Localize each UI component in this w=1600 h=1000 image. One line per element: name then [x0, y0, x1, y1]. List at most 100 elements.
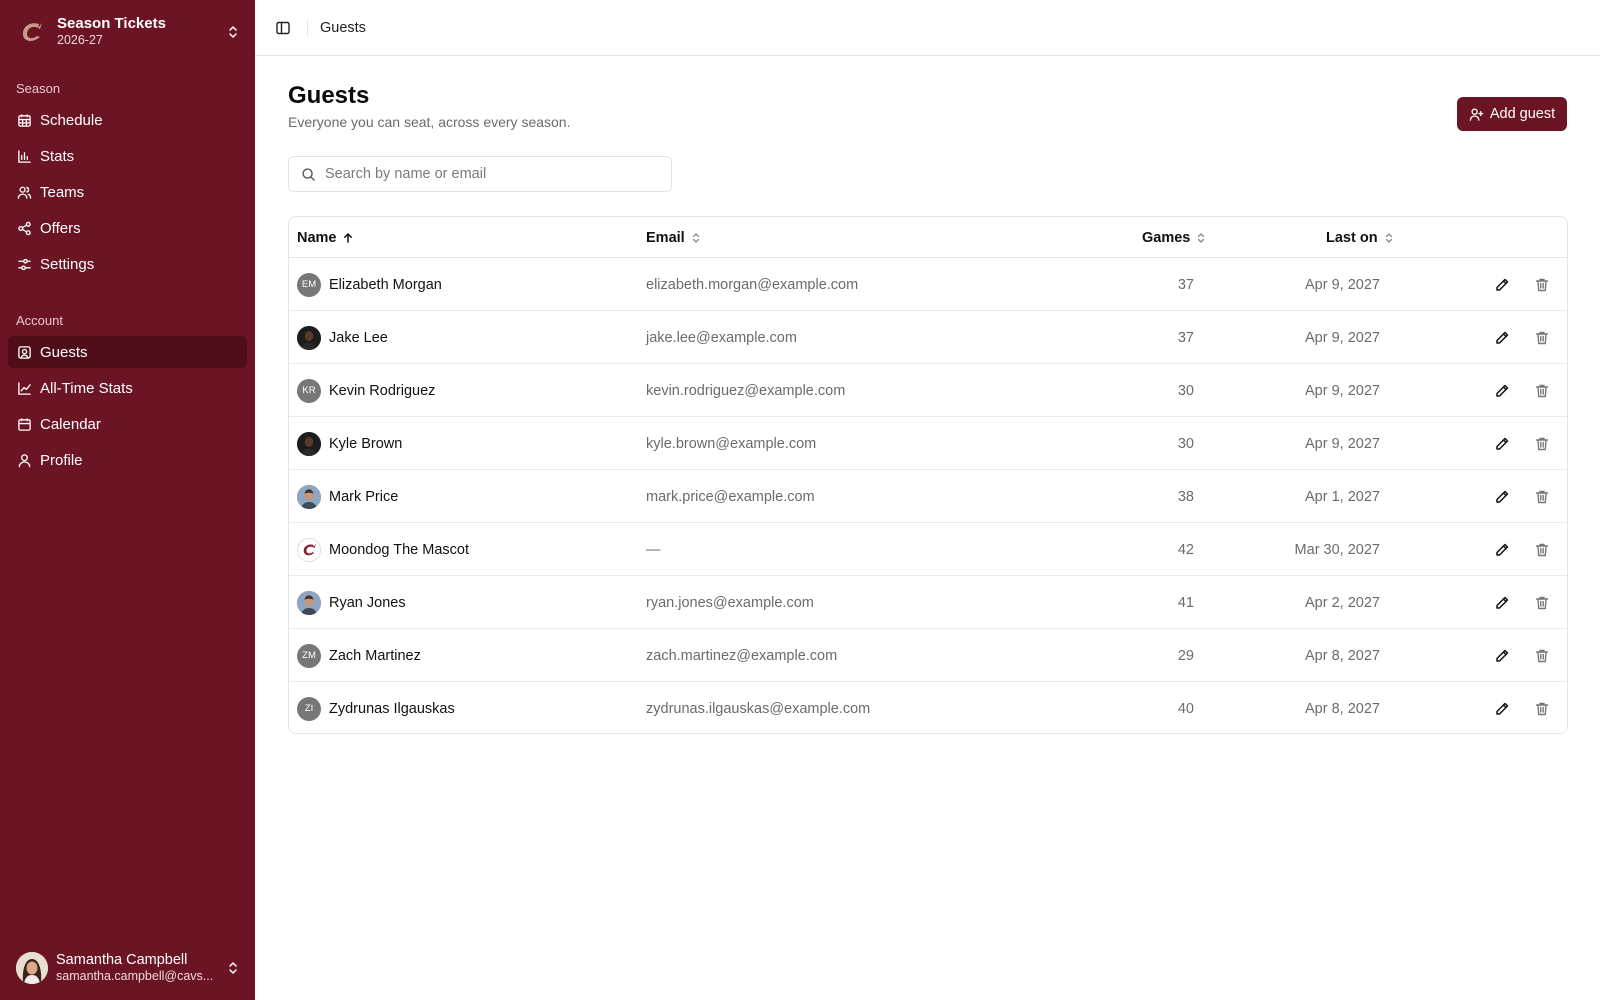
avatar-initials: ZM: [302, 650, 316, 661]
avatar: ZM: [297, 643, 321, 668]
guest-last-on: Apr 2, 2027: [1305, 594, 1380, 611]
sidebar-item-calendar[interactable]: Calendar: [8, 408, 247, 440]
edit-guest-button[interactable]: [1489, 484, 1515, 510]
add-guest-button[interactable]: Add guest: [1457, 97, 1567, 131]
trash-icon: [1535, 384, 1549, 398]
avatar: KR: [297, 378, 321, 403]
sidebar-item-label: Offers: [40, 219, 81, 237]
sidebar-toggle-button[interactable]: [269, 14, 297, 42]
sidebar-item-guests[interactable]: Guests: [8, 336, 247, 368]
sidebar-item-label: Profile: [40, 451, 83, 469]
delete-guest-button[interactable]: [1529, 643, 1555, 669]
table-row: KR Kevin Rodriguez kevin.rodriguez@example…: [289, 364, 1567, 417]
guest-games: 30: [1177, 435, 1194, 452]
line-chart-icon: [18, 381, 31, 395]
guest-name: Elizabeth Morgan: [329, 276, 442, 293]
user-email: samantha.campbell@cavs...: [56, 969, 214, 983]
guest-email: ryan.jones@example.com: [646, 594, 814, 611]
column-header-last-on[interactable]: Last on: [1326, 217, 1395, 258]
guest-last-on: Apr 9, 2027: [1305, 382, 1380, 399]
delete-guest-button[interactable]: [1529, 325, 1555, 351]
team-name: Season Tickets: [57, 15, 166, 32]
delete-guest-button[interactable]: [1529, 272, 1555, 298]
sidebar-item-label: Guests: [40, 343, 88, 361]
delete-guest-button[interactable]: [1529, 378, 1555, 404]
search-input[interactable]: [325, 166, 645, 182]
guest-games: 40: [1177, 700, 1194, 717]
sidebar-item-settings[interactable]: Settings: [8, 248, 247, 280]
table-header: Name Email Games Last on: [289, 217, 1567, 258]
guest-games: 41: [1177, 594, 1194, 611]
page-subtitle: Everyone you can seat, across every seas…: [288, 114, 571, 130]
delete-guest-button[interactable]: [1529, 590, 1555, 616]
avatar-initials: ZI: [304, 703, 314, 714]
delete-guest-button[interactable]: [1529, 537, 1555, 563]
pencil-icon: [1496, 702, 1509, 715]
column-header-label: Email: [646, 229, 685, 246]
sidebar-item-label: Teams: [40, 183, 85, 201]
sidebar-item-label: Stats: [40, 147, 75, 165]
edit-guest-button[interactable]: [1489, 378, 1515, 404]
edit-guest-button[interactable]: [1489, 537, 1515, 563]
sidebar-item-stats[interactable]: Stats: [8, 140, 247, 172]
edit-guest-button[interactable]: [1489, 325, 1515, 351]
avatar: [297, 537, 321, 562]
sidebar-item-offers[interactable]: Offers: [8, 212, 247, 244]
sort-icon: [1198, 232, 1205, 243]
guest-last-on: Mar 30, 2027: [1294, 541, 1380, 558]
user-menu[interactable]: Samantha Campbell samantha.campbell@cavs…: [8, 944, 247, 992]
avatar: [297, 484, 321, 509]
column-header-games[interactable]: Games: [1142, 217, 1207, 258]
edit-guest-button[interactable]: [1489, 696, 1515, 722]
chevrons-up-down-icon: [229, 962, 237, 974]
guest-name-cell: ZI Zydrunas Ilgauskas: [297, 682, 455, 733]
sidebar-item-teams[interactable]: Teams: [8, 176, 247, 208]
column-header-name[interactable]: Name: [297, 217, 354, 258]
arrow-up-icon: [343, 232, 352, 243]
table-row: Ryan Jones ryan.jones@example.com 41 Apr 2,…: [289, 576, 1567, 629]
guest-games: 37: [1177, 329, 1194, 346]
edit-guest-button[interactable]: [1489, 431, 1515, 457]
sidebar-item-schedule[interactable]: Schedule: [8, 104, 247, 136]
chevrons-up-down-icon: [229, 26, 237, 38]
pencil-icon: [1496, 437, 1509, 450]
guest-name-cell: Ryan Jones: [297, 576, 406, 629]
sliders-icon: [18, 258, 31, 270]
guest-name-cell: ZM Zach Martinez: [297, 629, 421, 682]
delete-guest-button[interactable]: [1529, 484, 1555, 510]
guest-email: zydrunas.ilgauskas@example.com: [646, 700, 871, 717]
guest-email: jake.lee@example.com: [646, 329, 797, 346]
avatar: [297, 590, 321, 615]
pencil-icon: [1496, 543, 1509, 556]
guest-name-cell: Moondog The Mascot: [297, 523, 469, 576]
column-header-email[interactable]: Email: [646, 217, 702, 258]
section-label-account: Account: [16, 313, 63, 328]
guest-name: Moondog The Mascot: [329, 541, 469, 558]
delete-guest-button[interactable]: [1529, 431, 1555, 457]
guest-name-cell: EM Elizabeth Morgan: [297, 258, 442, 311]
column-header-label: Last on: [1326, 229, 1378, 246]
guest-name: Zydrunas Ilgauskas: [329, 700, 455, 717]
sidebar-item-all-time-stats[interactable]: All-Time Stats: [8, 372, 247, 404]
avatar: [297, 431, 321, 456]
edit-guest-button[interactable]: [1489, 272, 1515, 298]
edit-guest-button[interactable]: [1489, 590, 1515, 616]
guest-last-on: Apr 8, 2027: [1305, 647, 1380, 664]
table-row: ZM Zach Martinez zach.martinez@example.com…: [289, 629, 1567, 682]
search-icon: [302, 167, 315, 181]
table-row: Mark Price mark.price@example.com 38 Apr 1,…: [289, 470, 1567, 523]
trash-icon: [1535, 278, 1549, 292]
pencil-icon: [1496, 490, 1509, 503]
guest-last-on: Apr 1, 2027: [1305, 488, 1380, 505]
delete-guest-button[interactable]: [1529, 696, 1555, 722]
guest-name: Kevin Rodriguez: [329, 382, 436, 399]
sidebar-item-profile[interactable]: Profile: [8, 444, 247, 476]
team-switcher[interactable]: Season Tickets 2026-27: [8, 8, 247, 56]
edit-guest-button[interactable]: [1489, 643, 1515, 669]
table-row: Jake Lee jake.lee@example.com 37 Apr 9, 202…: [289, 311, 1567, 364]
cavs-logo-icon: [18, 18, 46, 46]
guest-games: 30: [1177, 382, 1194, 399]
share-icon: [18, 221, 31, 235]
trash-icon: [1535, 596, 1549, 610]
pencil-icon: [1496, 384, 1509, 397]
